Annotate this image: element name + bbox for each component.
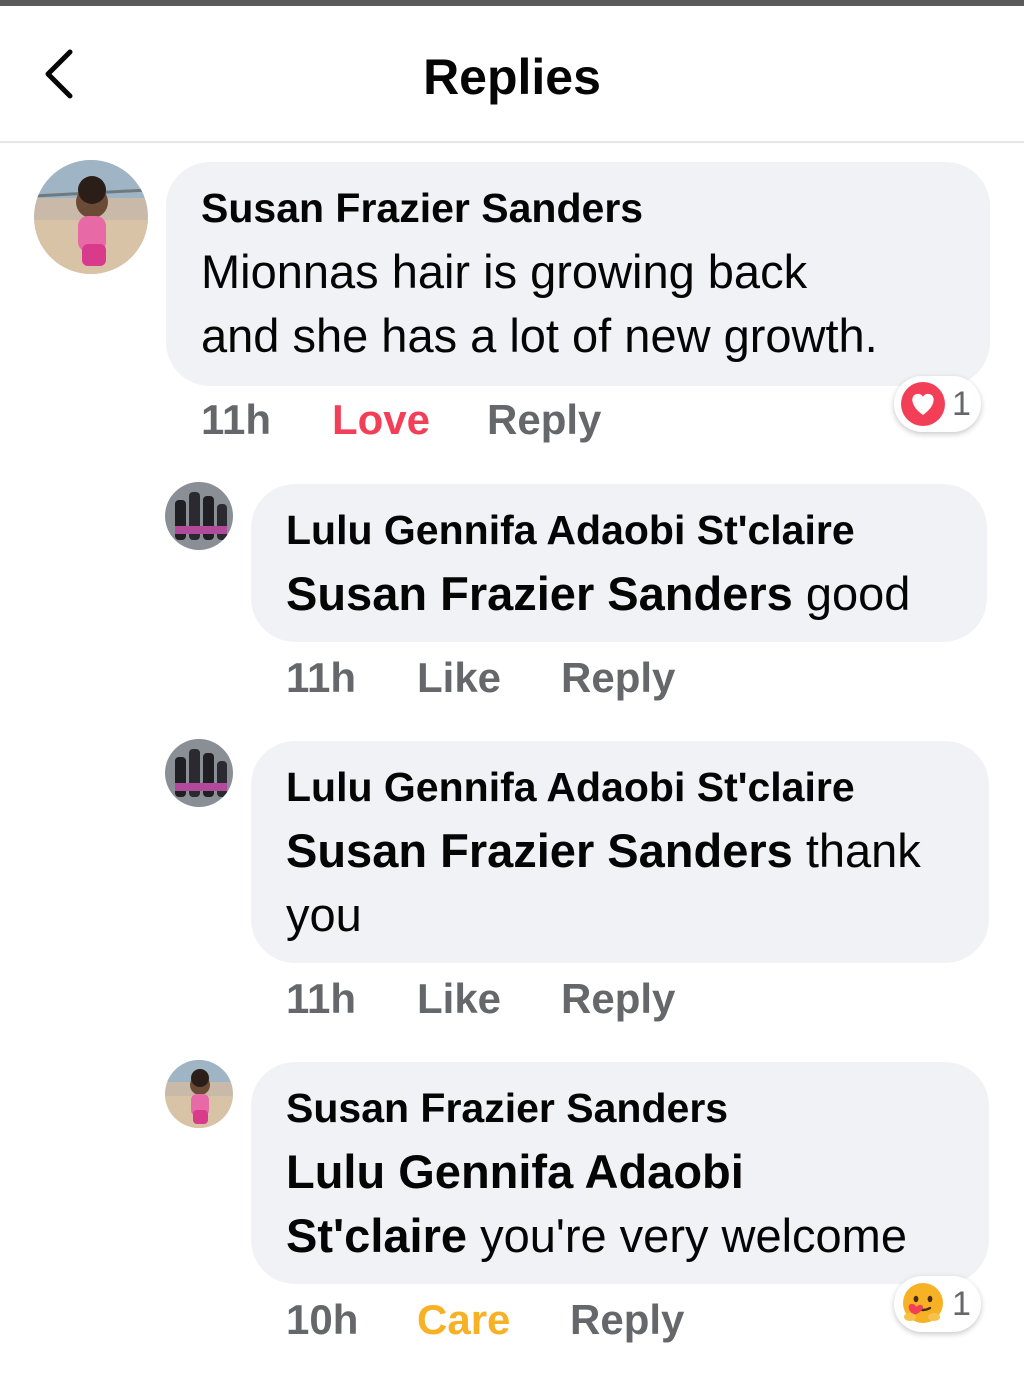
reaction-count: 1 — [952, 384, 971, 423]
mention-link[interactable]: Susan Frazier Sanders — [286, 567, 793, 620]
comment-author[interactable]: Susan Frazier Sanders — [286, 1085, 728, 1132]
comment-text: Mionnas hair is growing back and she has… — [201, 245, 878, 362]
mention-link[interactable]: St'claire — [286, 1209, 467, 1262]
reaction-count: 1 — [952, 1284, 971, 1323]
comment-actions: 10h Care Reply — [286, 1296, 786, 1346]
comment-bubble[interactable]: Lulu Gennifa Adaobi St'claire Susan Fraz… — [251, 484, 987, 642]
comment-author[interactable]: Lulu Gennifa Adaobi St'claire — [286, 764, 855, 811]
comment-time: 11h — [286, 975, 357, 1022]
like-button[interactable]: Like — [417, 654, 501, 702]
care-reaction-button[interactable]: Care — [417, 1296, 510, 1344]
mention-link[interactable]: Susan Frazier Sanders — [286, 824, 793, 877]
comment-actions: 11h Love Reply — [201, 396, 701, 446]
page-title: Replies — [423, 49, 601, 105]
comment-time: 10h — [286, 1296, 359, 1343]
comment-actions: 11h Like Reply — [286, 654, 736, 704]
avatar[interactable] — [34, 160, 148, 274]
avatar[interactable] — [165, 482, 233, 550]
reply-button[interactable]: Reply — [570, 1296, 684, 1344]
comment-text: Susan Frazier Sanders thank you — [286, 824, 921, 941]
comment-bubble[interactable]: Lulu Gennifa Adaobi St'claire Susan Fraz… — [251, 741, 989, 963]
comment-text: Lulu Gennifa Adaobi St'claire you're ver… — [286, 1145, 907, 1262]
comment-author[interactable]: Lulu Gennifa Adaobi St'claire — [286, 507, 855, 554]
comment-time: 11h — [201, 396, 272, 443]
reply-button[interactable]: Reply — [561, 975, 675, 1023]
love-reaction-button[interactable]: Love — [332, 396, 430, 444]
comment-actions: 11h Like Reply — [286, 975, 736, 1025]
reply-button[interactable]: Reply — [561, 654, 675, 702]
comment-bubble[interactable]: Susan Frazier Sanders Lulu Gennifa Adaob… — [251, 1062, 989, 1284]
reaction-count-badge[interactable]: 1 — [894, 376, 981, 432]
comment-text: Susan Frazier Sanders good — [286, 567, 911, 620]
like-button[interactable]: Like — [417, 975, 501, 1023]
comment-time: 11h — [286, 654, 357, 701]
heart-icon — [901, 382, 945, 426]
comment-author[interactable]: Susan Frazier Sanders — [201, 185, 643, 232]
avatar[interactable] — [165, 739, 233, 807]
header: Replies — [0, 6, 1024, 143]
care-hug-emoji-icon — [903, 1283, 943, 1323]
reaction-count-badge[interactable]: 1 — [894, 1276, 981, 1332]
avatar[interactable] — [165, 1060, 233, 1128]
comment-bubble[interactable]: Susan Frazier Sanders Mionnas hair is gr… — [166, 162, 990, 386]
mention-link[interactable]: Lulu Gennifa Adaobi — [286, 1145, 744, 1198]
reply-button[interactable]: Reply — [487, 396, 601, 444]
